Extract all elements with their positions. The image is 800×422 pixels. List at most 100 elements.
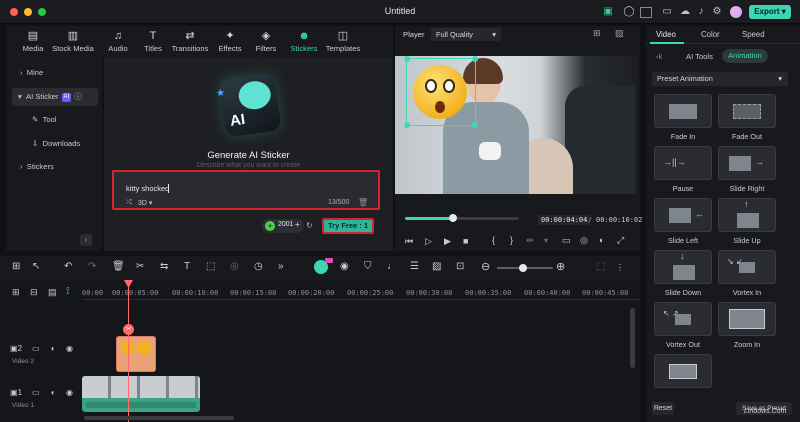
help-icon[interactable]: ◯: [622, 5, 636, 19]
quality-dropdown[interactable]: Full Quality ▾: [431, 28, 501, 41]
magnet-icon[interactable]: ⟟: [66, 286, 70, 297]
sticker-prompt-input[interactable]: kitty shocked ⤮ 3D ▾ 13/500 🗑: [112, 170, 380, 210]
eye-icon[interactable]: ◉: [66, 344, 73, 353]
mask-icon[interactable]: ◎: [230, 261, 239, 272]
avatar[interactable]: [730, 6, 742, 18]
select-tool-icon[interactable]: ↖: [32, 261, 40, 272]
add-track-icon[interactable]: ⊞: [12, 287, 20, 298]
effect-slide-left-thumb[interactable]: ←: [654, 198, 712, 232]
volume-icon[interactable]: ◖: [598, 235, 603, 245]
shuffle-icon[interactable]: ⤮: [126, 199, 132, 207]
stop-icon[interactable]: ■: [463, 236, 468, 246]
sidebar-item-mine[interactable]: › Mine: [12, 64, 98, 82]
subtab-overflow[interactable]: ‹k: [656, 52, 662, 61]
zoom-out-icon[interactable]: ⊖: [481, 260, 490, 273]
effect-fade-in-thumb[interactable]: [654, 94, 712, 128]
crop-icon[interactable]: ⬚: [206, 261, 215, 272]
effect-zoom-out-thumb[interactable]: [654, 354, 712, 388]
effect-slide-up-thumb[interactable]: ↑: [718, 198, 776, 232]
split-marker-icon[interactable]: ⇹: [526, 235, 534, 246]
cloud-icon[interactable]: ☁: [678, 5, 692, 19]
playhead[interactable]: ✂: [123, 280, 134, 422]
link-icon[interactable]: ⊟: [30, 287, 38, 298]
effect-zoom-in-thumb[interactable]: [718, 302, 776, 336]
style-dropdown[interactable]: 3D ▾: [138, 199, 152, 207]
speaker-icon[interactable]: ◖: [50, 344, 55, 353]
layout-icon[interactable]: [640, 7, 652, 18]
effect-slide-down-thumb[interactable]: ↓: [654, 250, 712, 284]
previous-frame-icon[interactable]: ⏮: [405, 236, 413, 247]
list-icon[interactable]: ☰: [410, 261, 419, 272]
effect-fade-out-thumb[interactable]: [718, 94, 776, 128]
display-icon[interactable]: ▭: [562, 235, 571, 246]
layout-grid-icon[interactable]: ⊞: [12, 261, 20, 272]
time-ruler[interactable]: 00:00 00:00:05:00 00:00:10:00 00:00:15:0…: [82, 280, 640, 300]
tab-transitions[interactable]: ⇄ Transitions: [168, 26, 212, 58]
folder-icon[interactable]: ▭: [32, 388, 40, 397]
dropdown-icon[interactable]: ▾: [544, 236, 548, 245]
delete-icon[interactable]: 🗑: [112, 261, 125, 272]
microphone-icon[interactable]: ♩: [387, 261, 397, 272]
export-button[interactable]: Export ▾: [749, 5, 791, 19]
playback-scrubber[interactable]: [448, 214, 457, 222]
undo-icon[interactable]: ↶: [64, 261, 72, 272]
effect-pause-thumb[interactable]: →||→: [654, 146, 712, 180]
image-track-icon[interactable]: ▨: [432, 261, 441, 272]
shield-icon[interactable]: ⛉: [364, 261, 372, 272]
redo-icon[interactable]: ↷: [88, 261, 96, 272]
sidebar-item-tool[interactable]: ✎ Tool: [12, 111, 98, 129]
zoom-in-icon[interactable]: ⊕: [556, 260, 565, 273]
sidebar-item-stickers[interactable]: › Stickers: [12, 158, 98, 176]
video-preview[interactable]: [395, 56, 638, 194]
tab-color[interactable]: Color: [701, 30, 720, 39]
audio-split-icon[interactable]: ⇆: [160, 261, 168, 272]
credits-pill[interactable]: + 2001 +: [262, 219, 304, 233]
more-tools-icon[interactable]: »: [278, 261, 284, 272]
image-icon[interactable]: ▨: [615, 28, 624, 39]
fit-icon[interactable]: ⬚: [596, 261, 605, 272]
play-reverse-icon[interactable]: ▷: [425, 236, 432, 247]
monitor-icon[interactable]: ▭: [660, 5, 674, 19]
tab-templates[interactable]: ◫ Templates: [320, 26, 366, 58]
more-icon[interactable]: ⋮: [616, 263, 624, 272]
tab-media[interactable]: ▤ Media: [11, 26, 55, 58]
try-free-button[interactable]: Try Free : 1: [322, 218, 374, 234]
tab-video[interactable]: Video: [656, 30, 676, 39]
trash-icon[interactable]: 🗑: [358, 198, 368, 207]
subtab-animation[interactable]: Animation: [722, 49, 768, 63]
zoom-slider-knob[interactable]: [519, 264, 527, 272]
collapse-sidebar-button[interactable]: ‹: [80, 234, 92, 246]
snap-icon[interactable]: ⊡: [456, 261, 464, 272]
effect-slide-right-thumb[interactable]: →: [718, 146, 776, 180]
bell-icon[interactable]: ♪: [694, 5, 708, 19]
video-clip[interactable]: [82, 376, 200, 412]
gift-icon[interactable]: ▣: [601, 5, 615, 19]
horizontal-scrollbar[interactable]: [84, 416, 234, 420]
mark-out-icon[interactable]: }: [510, 235, 513, 245]
grid-icon[interactable]: ⊞: [593, 28, 601, 39]
vertical-scrollbar[interactable]: [630, 308, 635, 368]
refresh-icon[interactable]: ↻: [306, 221, 313, 230]
effect-vortex-in-thumb[interactable]: ↘ ↙: [718, 250, 776, 284]
speed-icon[interactable]: ◷: [254, 261, 263, 272]
text-tool-icon[interactable]: T: [184, 261, 190, 272]
sticker-clip[interactable]: [116, 336, 156, 372]
play-icon[interactable]: ▶: [444, 236, 451, 247]
sidebar-item-downloads[interactable]: ⇩ Downloads: [12, 135, 98, 153]
split-scissors-icon[interactable]: ✂: [123, 324, 134, 335]
sidebar-item-ai-sticker[interactable]: ▾ AI Sticker AI ⓘ: [12, 88, 98, 106]
eye-icon[interactable]: ◉: [66, 388, 73, 397]
subtab-ai-tools[interactable]: AI Tools: [686, 52, 713, 61]
snapshot-icon[interactable]: ◎: [580, 235, 588, 246]
playback-progress-track[interactable]: [405, 214, 519, 222]
tab-speed[interactable]: Speed: [742, 30, 765, 39]
mark-in-icon[interactable]: {: [492, 235, 495, 245]
speaker-icon[interactable]: ◖: [50, 388, 55, 397]
settings-icon[interactable]: ⚙: [710, 5, 724, 19]
cut-icon[interactable]: ✂: [136, 261, 144, 272]
reset-button[interactable]: Reset: [652, 402, 674, 415]
render-icon[interactable]: ◉: [340, 261, 349, 272]
fullscreen-icon[interactable]: ⤢: [617, 235, 624, 246]
track-manager-icon[interactable]: ▤: [48, 287, 57, 298]
sticker-selection-box[interactable]: [404, 56, 478, 128]
